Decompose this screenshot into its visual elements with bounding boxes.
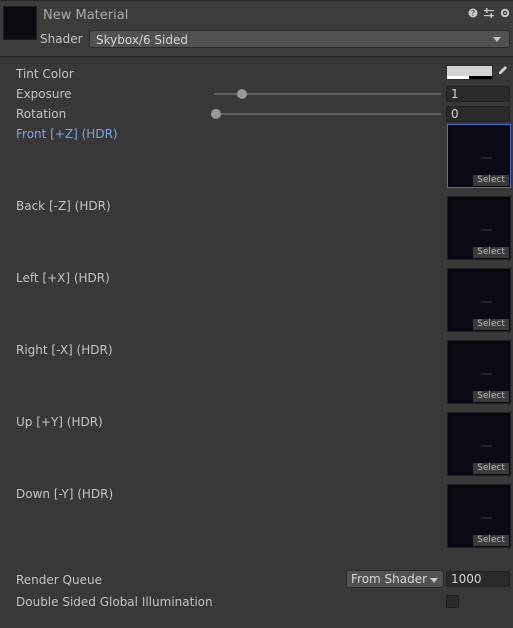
texture-label-front: Front [+Z] (HDR) [16, 127, 118, 141]
render-queue-label: Render Queue [16, 573, 102, 587]
texture-glint [482, 229, 492, 231]
header-icons: ? [468, 8, 510, 18]
texture-label-left: Left [+X] (HDR) [16, 271, 110, 285]
texture-label-right: Right [-X] (HDR) [16, 343, 113, 357]
texture-glint [482, 157, 492, 159]
rotation-label: Rotation [16, 107, 67, 121]
texture-slot-up[interactable]: Select [447, 412, 511, 476]
exposure-slider-track[interactable] [214, 89, 441, 99]
rotation-field[interactable]: 0 [446, 106, 510, 122]
svg-text:?: ? [471, 9, 475, 18]
texture-glint [482, 301, 492, 303]
texture-slot-back[interactable]: Select [447, 196, 511, 260]
help-icon[interactable]: ? [468, 8, 478, 18]
double-sided-gi-checkbox[interactable] [446, 595, 459, 608]
texture-slot-down[interactable]: Select [447, 484, 511, 548]
tint-color-label: Tint Color [16, 67, 74, 81]
texture-select-button[interactable]: Select [473, 391, 509, 402]
texture-glint [482, 373, 492, 375]
render-queue-mode: From Shader [351, 572, 428, 586]
texture-select-button[interactable]: Select [473, 175, 509, 186]
chevron-down-icon [430, 578, 438, 583]
exposure-slider-handle[interactable] [237, 89, 247, 99]
material-name: New Material [43, 8, 129, 23]
eyedropper-icon[interactable] [494, 65, 510, 80]
header-divider [0, 0, 513, 1]
texture-select-button[interactable]: Select [473, 319, 509, 330]
settings-icon[interactable] [500, 8, 510, 18]
alpha-bar-fill [447, 76, 469, 79]
texture-label-back: Back [-Z] (HDR) [16, 199, 111, 213]
render-queue-field[interactable]: 1000 [446, 571, 510, 587]
shader-dropdown[interactable]: Skybox/6 Sided [89, 30, 510, 48]
texture-glint [482, 517, 492, 519]
texture-slot-right[interactable]: Select [447, 340, 511, 404]
texture-glint [482, 445, 492, 447]
double-sided-gi-label: Double Sided Global Illumination [16, 595, 213, 609]
chevron-down-icon [493, 37, 501, 42]
shader-dropdown-value: Skybox/6 Sided [96, 33, 188, 47]
rotation-slider-handle[interactable] [211, 109, 221, 119]
render-queue-dropdown[interactable]: From Shader [346, 570, 444, 588]
texture-label-down: Down [-Y] (HDR) [16, 487, 114, 501]
texture-label-up: Up [+Y] (HDR) [16, 415, 103, 429]
shader-label: Shader [40, 32, 83, 46]
texture-slot-front[interactable]: Select [447, 124, 511, 188]
texture-select-button[interactable]: Select [473, 247, 509, 258]
texture-select-button[interactable]: Select [473, 535, 509, 546]
tint-color-swatch[interactable] [446, 65, 493, 80]
presets-icon[interactable] [484, 8, 494, 18]
exposure-label: Exposure [16, 87, 72, 101]
texture-slot-left[interactable]: Select [447, 268, 511, 332]
texture-select-button[interactable]: Select [473, 463, 509, 474]
exposure-field[interactable]: 1 [446, 86, 510, 102]
rotation-slider-track[interactable] [211, 109, 441, 119]
material-header: New Material ? Shader Skybox/6 Sided [0, 0, 513, 57]
material-preview-thumbnail [3, 6, 37, 40]
